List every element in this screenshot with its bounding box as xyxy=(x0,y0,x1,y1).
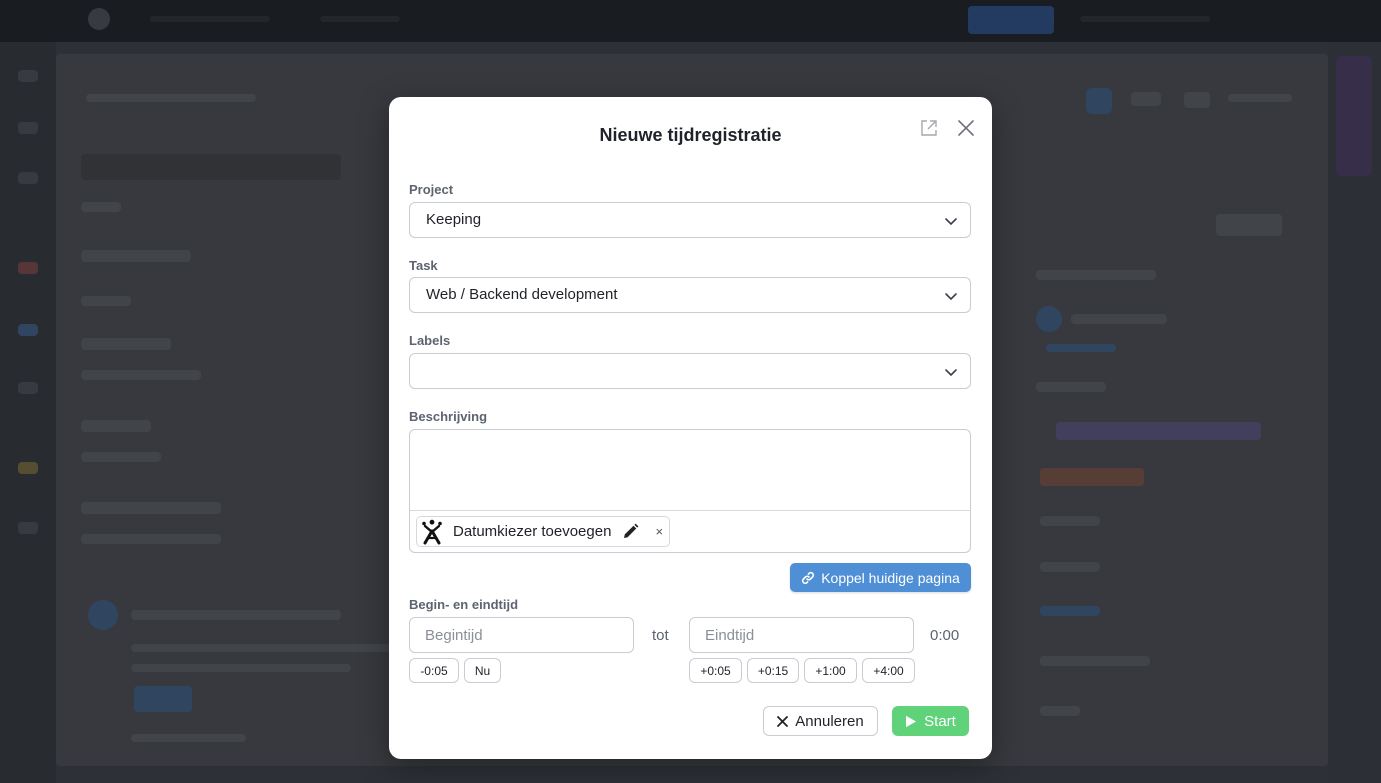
start-label: Start xyxy=(924,712,956,730)
project-label: Project xyxy=(409,182,454,197)
duration-display: 0:00 xyxy=(930,627,960,644)
project-value: Keeping xyxy=(426,211,482,228)
play-icon xyxy=(906,715,917,727)
description-label: Beschrijving xyxy=(409,409,488,424)
chevron-down-icon xyxy=(945,218,957,226)
external-link-icon[interactable] xyxy=(918,117,940,139)
cancel-button[interactable]: Annuleren xyxy=(763,706,878,736)
end-plus-15-button[interactable]: +0:15 xyxy=(747,658,799,683)
cancel-label: Annuleren xyxy=(795,712,864,730)
end-plus-60-button[interactable]: +1:00 xyxy=(804,658,857,683)
linked-page-chip: Datumkiezer toevoegen × xyxy=(416,516,670,547)
modal-title: Nieuwe tijdregistratie xyxy=(599,125,782,145)
time-separator: tot xyxy=(652,627,669,644)
link-current-page-label: Koppel huidige pagina xyxy=(821,569,960,586)
labels-label: Labels xyxy=(409,333,451,348)
start-button[interactable]: Start xyxy=(892,706,969,736)
end-time-input[interactable] xyxy=(689,617,914,653)
chevron-down-icon xyxy=(945,369,957,377)
description-input[interactable] xyxy=(410,430,970,510)
link-icon xyxy=(802,571,815,584)
task-label: Task xyxy=(409,258,438,273)
close-icon xyxy=(777,715,789,727)
link-current-page-button[interactable]: Koppel huidige pagina xyxy=(790,563,971,592)
divider xyxy=(410,510,970,511)
confluence-logo-icon xyxy=(421,519,443,545)
project-select[interactable]: Keeping xyxy=(409,202,971,238)
end-plus-240-button[interactable]: +4:00 xyxy=(862,658,915,683)
task-select[interactable]: Web / Backend development xyxy=(409,277,971,313)
new-time-entry-modal: Nieuwe tijdregistratie Project Keeping T… xyxy=(389,97,992,759)
times-label: Begin- en eindtijd xyxy=(409,597,519,612)
pencil-icon[interactable] xyxy=(621,523,639,541)
remove-chip-button[interactable]: × xyxy=(655,524,663,539)
start-time-input[interactable] xyxy=(409,617,634,653)
labels-select[interactable] xyxy=(409,353,971,389)
start-now-button[interactable]: Nu xyxy=(464,658,501,683)
linked-page-title: Datumkiezer toevoegen xyxy=(453,523,612,540)
chevron-down-icon xyxy=(945,293,957,301)
end-plus-5-button[interactable]: +0:05 xyxy=(689,658,742,683)
task-value: Web / Backend development xyxy=(426,286,618,303)
start-minus-5-button[interactable]: -0:05 xyxy=(409,658,459,683)
close-icon[interactable] xyxy=(955,117,977,139)
description-box: Datumkiezer toevoegen × xyxy=(409,429,971,553)
